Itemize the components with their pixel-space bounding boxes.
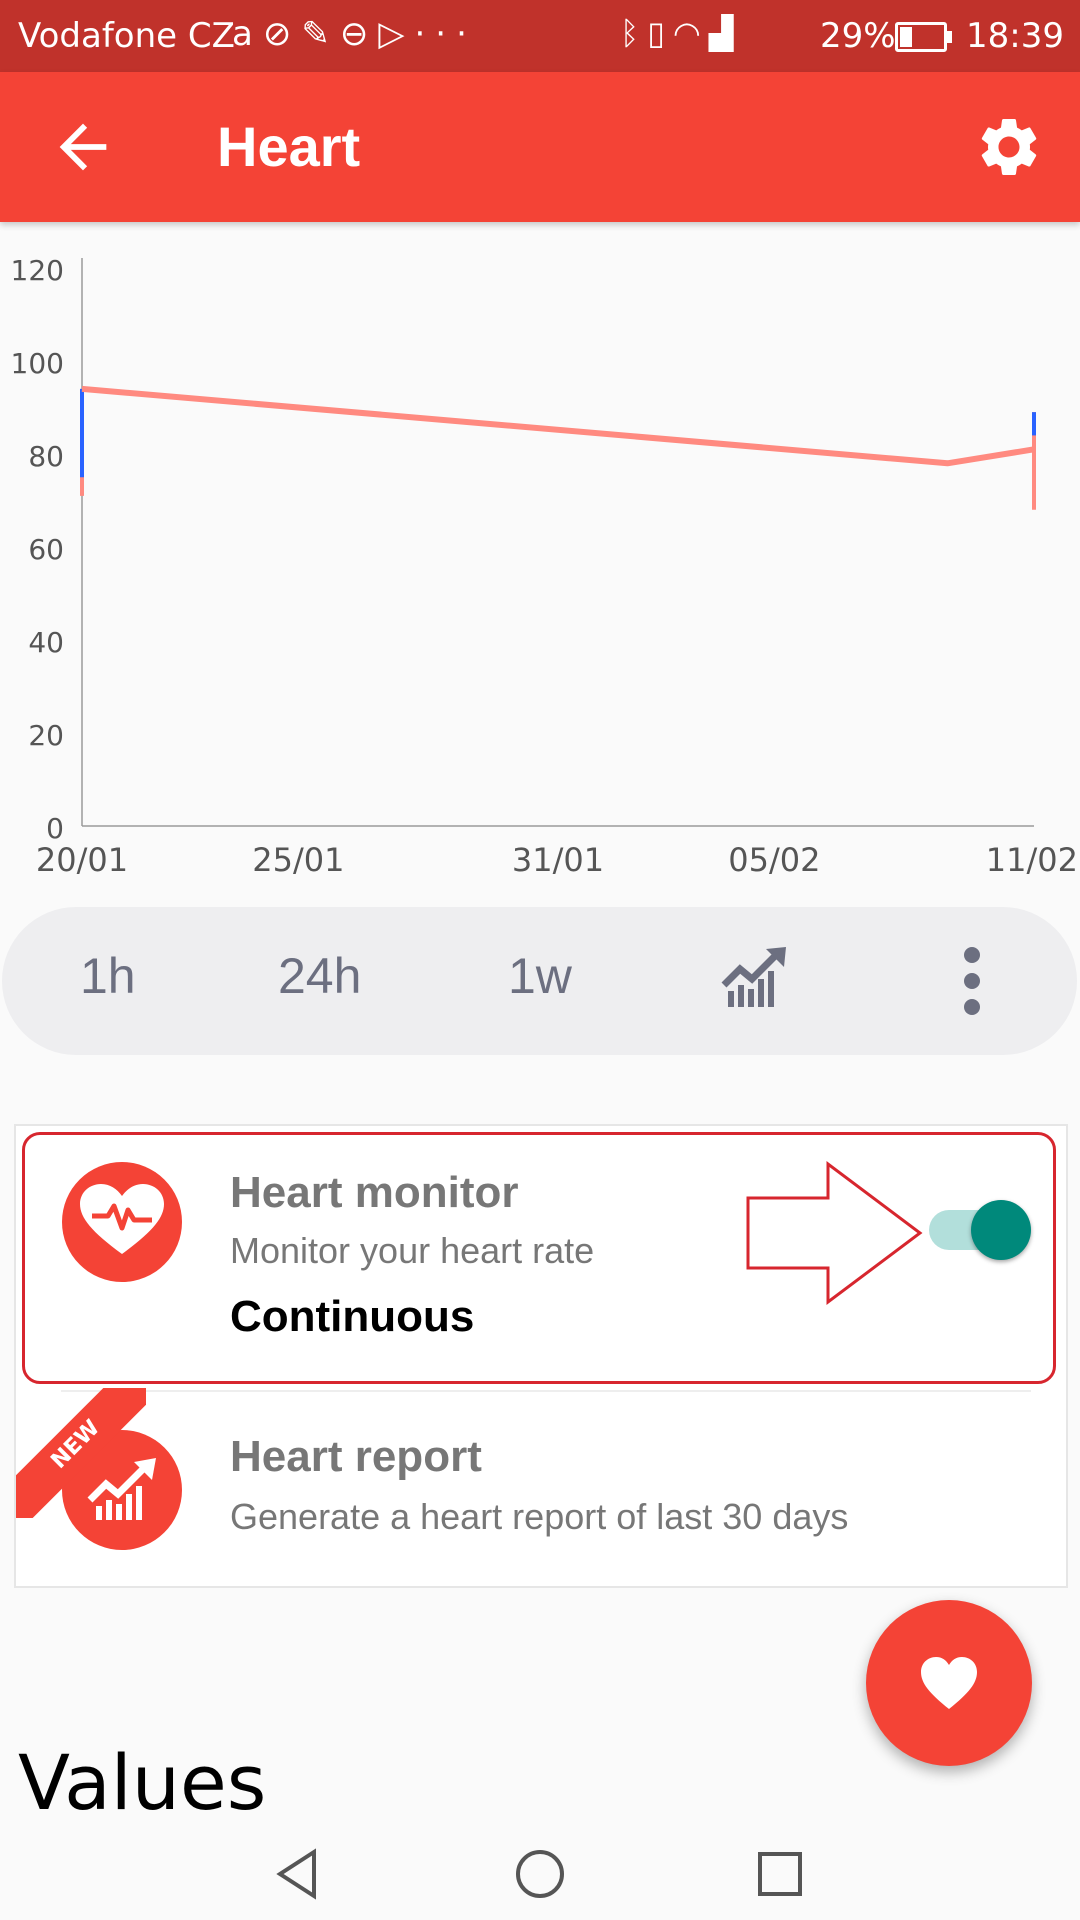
status-bar: Vodafone CZ a⊘✎⊖▷··· ᛒ▯◠▟ 29% 18:39 [0, 0, 1080, 72]
signal-icon: ▟ [708, 14, 742, 52]
back-button[interactable] [48, 112, 118, 182]
heart-report-row[interactable]: Heart report Generate a heart report of … [16, 1392, 1066, 1586]
back-triangle-icon[interactable] [270, 1844, 330, 1904]
ghost-icon: ✎ [301, 14, 340, 54]
trending-chart-icon[interactable] [720, 945, 790, 1009]
heart-fab-button[interactable] [866, 1600, 1032, 1766]
carrier-name: Vodafone CZ [18, 16, 235, 56]
alarm-off-icon: ⊘ [262, 14, 302, 54]
play-store-icon: ▷ [378, 14, 415, 54]
recents-square-icon[interactable] [750, 1844, 810, 1904]
x-tick-label: 31/01 [512, 841, 604, 879]
y-tick-label: 60 [28, 533, 64, 566]
app-toolbar: Heart [0, 72, 1080, 222]
x-tick-label: 11/02 [986, 841, 1078, 879]
settings-button[interactable] [974, 112, 1044, 182]
arrow-back-icon [59, 123, 107, 171]
clock: 18:39 [966, 16, 1064, 56]
battery-icon [895, 22, 952, 52]
heart-icon [921, 1657, 977, 1709]
x-tick-label: 05/02 [728, 841, 820, 879]
y-tick-label: 80 [28, 440, 64, 473]
range-24h-button[interactable]: 24h [278, 947, 361, 1005]
more-icon: ··· [414, 14, 477, 54]
page-title: Heart [217, 115, 361, 178]
range-selector: 1h 24h 1w [2, 907, 1077, 1055]
y-tick-label: 100 [11, 347, 64, 380]
y-tick-label: 40 [28, 626, 64, 659]
new-badge: NEW [16, 1388, 146, 1518]
range-1w-button[interactable]: 1w [508, 947, 572, 1005]
new-badge-label: NEW [16, 1388, 146, 1518]
more-vert-icon[interactable] [960, 945, 984, 1017]
heart-options-card: Heart monitor Monitor your heart rate Co… [14, 1124, 1068, 1588]
wifi-icon: ◠ [672, 14, 709, 52]
heart-rate-chart: 02040608010012020/01 25/01 31/01 05/02 11/02 [11, 254, 1078, 879]
values-heading: Values [18, 1738, 267, 1827]
y-tick-label: 120 [11, 254, 64, 287]
notification-icons: a⊘✎⊖▷··· [232, 14, 477, 54]
system-nav-bar [0, 1824, 1080, 1920]
highlight-frame [22, 1132, 1056, 1384]
range-1h-button[interactable]: 1h [80, 947, 136, 1005]
a-icon: a [232, 14, 263, 54]
x-tick-label: 20/01 [36, 841, 128, 879]
system-icons: ᛒ▯◠▟ [620, 14, 741, 52]
vibrate-icon: ▯ [647, 14, 673, 52]
bluetooth-icon: ᛒ [620, 14, 648, 52]
pokeball-icon: ⊖ [339, 14, 379, 54]
heart-monitor-row[interactable]: Heart monitor Monitor your heart rate Co… [16, 1126, 1066, 1390]
heart-report-title: Heart report [230, 1432, 482, 1481]
y-tick-label: 20 [28, 719, 64, 752]
heart-report-subtitle: Generate a heart report of last 30 days [230, 1496, 849, 1537]
heart-rate-line [81, 385, 1035, 467]
x-tick-label: 25/01 [252, 841, 344, 879]
gear-icon [981, 118, 1037, 175]
battery-percent: 29% [820, 16, 896, 56]
home-circle-icon[interactable] [510, 1844, 570, 1904]
